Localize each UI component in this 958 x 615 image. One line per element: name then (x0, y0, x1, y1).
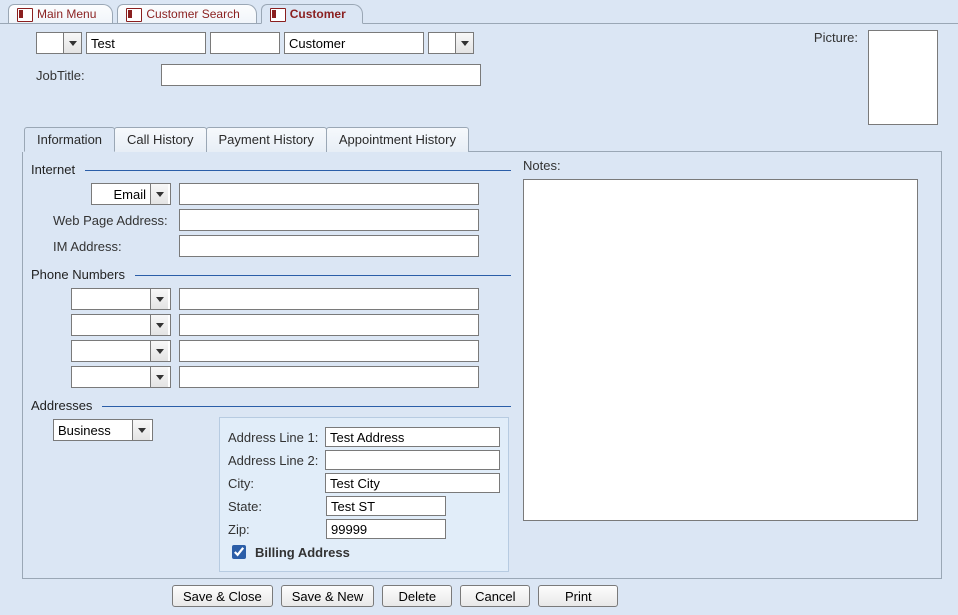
web-address-input[interactable] (179, 209, 479, 231)
city-label: City: (228, 476, 319, 491)
doc-tab-label: Customer Search (146, 7, 239, 21)
web-address-label: Web Page Address: (31, 213, 171, 228)
middle-name-input[interactable] (210, 32, 280, 54)
addresses-group: Addresses Address Line 1: (31, 394, 511, 572)
phone-input-4[interactable] (179, 366, 479, 388)
doc-tab-customer[interactable]: Customer (261, 4, 363, 24)
dropdown-arrow-icon[interactable] (150, 315, 168, 335)
save-close-button[interactable]: Save & Close (172, 585, 273, 607)
doc-tab-main-menu[interactable]: Main Menu (8, 4, 113, 23)
tab-information-body: Internet Web Page Address: (22, 152, 942, 579)
notes-label: Notes: (523, 158, 933, 173)
email-type-input[interactable] (92, 184, 150, 204)
address-line1-label: Address Line 1: (228, 430, 319, 445)
divider (85, 170, 511, 171)
picture-label: Picture: (814, 30, 858, 125)
phone-type-combo-1[interactable] (71, 288, 171, 310)
dropdown-arrow-icon[interactable] (63, 33, 81, 53)
tab-appointment-history[interactable]: Appointment History (326, 127, 469, 152)
form-icon (270, 8, 284, 20)
zip-label: Zip: (228, 522, 320, 537)
cancel-button[interactable]: Cancel (460, 585, 530, 607)
top-name-row (36, 32, 942, 54)
delete-button[interactable]: Delete (382, 585, 452, 607)
dropdown-arrow-icon[interactable] (150, 184, 168, 204)
first-name-input[interactable] (86, 32, 206, 54)
phone-input-2[interactable] (179, 314, 479, 336)
email-type-combo[interactable] (91, 183, 171, 205)
phone-group: Phone Numbers (31, 263, 511, 388)
save-new-button[interactable]: Save & New (281, 585, 375, 607)
billing-address-label: Billing Address (255, 545, 350, 560)
jobtitle-row: JobTitle: (36, 64, 942, 86)
internet-group-label: Internet (31, 162, 75, 177)
phone-type-combo-3[interactable] (71, 340, 171, 362)
last-name-input[interactable] (284, 32, 424, 54)
suffix-input[interactable] (429, 33, 455, 53)
address-line2-input[interactable] (325, 450, 500, 470)
info-left-column: Internet Web Page Address: (31, 158, 511, 578)
billing-address-checkbox[interactable] (232, 545, 246, 559)
dropdown-arrow-icon[interactable] (150, 289, 168, 309)
phone-type-input-2[interactable] (72, 315, 150, 335)
im-address-label: IM Address: (31, 239, 171, 254)
dropdown-arrow-icon[interactable] (150, 341, 168, 361)
doc-tab-label: Customer (290, 7, 346, 21)
tab-payment-history[interactable]: Payment History (206, 127, 327, 152)
email-input[interactable] (179, 183, 479, 205)
phone-input-1[interactable] (179, 288, 479, 310)
address-line1-input[interactable] (325, 427, 500, 447)
suffix-combo[interactable] (428, 32, 474, 54)
form-icon (126, 8, 140, 20)
form-button-bar: Save & Close Save & New Delete Cancel Pr… (22, 579, 942, 607)
phone-type-input-4[interactable] (72, 367, 150, 387)
addresses-group-label: Addresses (31, 398, 92, 413)
picture-box[interactable] (868, 30, 938, 125)
phone-type-combo-2[interactable] (71, 314, 171, 336)
phone-input-3[interactable] (179, 340, 479, 362)
jobtitle-input[interactable] (161, 64, 481, 86)
dropdown-arrow-icon[interactable] (132, 420, 150, 440)
phone-group-label: Phone Numbers (31, 267, 125, 282)
info-right-column: Notes: (523, 158, 933, 578)
print-button[interactable]: Print (538, 585, 618, 607)
phone-type-input-1[interactable] (72, 289, 150, 309)
address-line2-label: Address Line 2: (228, 453, 319, 468)
detail-tab-control: Information Call History Payment History… (22, 126, 942, 607)
im-address-input[interactable] (179, 235, 479, 257)
document-tab-strip: Main Menu Customer Search Customer (0, 0, 958, 24)
picture-area: Picture: (814, 30, 938, 125)
title-combo[interactable] (36, 32, 82, 54)
state-input[interactable] (326, 496, 446, 516)
doc-tab-customer-search[interactable]: Customer Search (117, 4, 256, 23)
tab-information[interactable]: Information (24, 127, 115, 152)
divider (102, 406, 511, 407)
internet-group: Internet Web Page Address: (31, 158, 511, 257)
phone-type-combo-4[interactable] (71, 366, 171, 388)
notes-textarea[interactable] (523, 179, 918, 521)
doc-tab-label: Main Menu (37, 7, 96, 21)
customer-form: JobTitle: Picture: Information Call Hist… (0, 24, 958, 615)
address-type-combo[interactable] (53, 419, 153, 441)
divider (135, 275, 511, 276)
zip-input[interactable] (326, 519, 446, 539)
form-icon (17, 8, 31, 20)
tab-call-history[interactable]: Call History (114, 127, 206, 152)
address-type-input[interactable] (54, 420, 132, 440)
title-input[interactable] (37, 33, 63, 53)
detail-tab-strip: Information Call History Payment History… (24, 126, 942, 152)
city-input[interactable] (325, 473, 500, 493)
dropdown-arrow-icon[interactable] (150, 367, 168, 387)
phone-type-input-3[interactable] (72, 341, 150, 361)
address-detail-box: Address Line 1: Address Line 2: City: (219, 417, 509, 572)
state-label: State: (228, 499, 320, 514)
dropdown-arrow-icon[interactable] (455, 33, 473, 53)
jobtitle-label: JobTitle: (36, 68, 85, 83)
